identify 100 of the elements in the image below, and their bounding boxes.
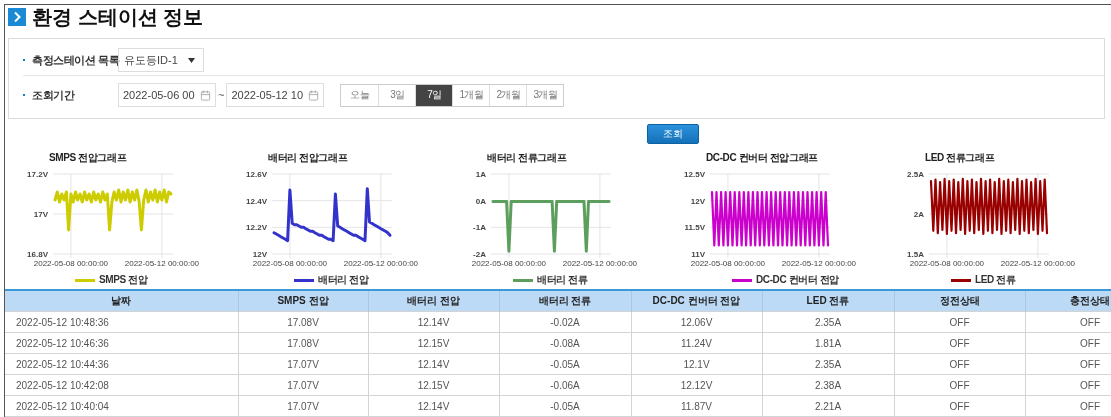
station-label: 측정스테이션 목록 xyxy=(32,52,118,68)
station-select[interactable]: 유도등ID-1 xyxy=(118,48,204,73)
column-header: 배터리 전압 xyxy=(368,291,499,312)
table-cell: 2.38A xyxy=(762,374,894,396)
table-cell: OFF xyxy=(894,353,1025,375)
table-cell: 11.24V xyxy=(631,332,762,354)
legend-label: SMPS 전압 xyxy=(99,274,148,287)
column-header: 충전상태 xyxy=(1025,291,1111,312)
column-header: 정전상태 xyxy=(894,291,1025,312)
table-cell: OFF xyxy=(1025,311,1111,333)
table-cell: 12.14V xyxy=(368,311,499,333)
period-label: 조회기간 xyxy=(32,87,76,103)
table-cell: 12.06V xyxy=(631,311,762,333)
table-cell: 1.81A xyxy=(762,332,894,354)
table-cell: 12.14V xyxy=(368,395,499,417)
table-cell: 2.35A xyxy=(762,311,894,333)
chart-title: LED 전류그래프 xyxy=(925,152,995,165)
y-tick-label: 17.2V xyxy=(27,170,48,180)
start-date-field[interactable]: 2022-05-06 00 xyxy=(118,83,216,108)
column-header: 날짜 xyxy=(5,291,238,312)
legend-swatch xyxy=(75,278,95,282)
column-header: SMPS 전압 xyxy=(238,291,368,312)
y-tick-label: 12V xyxy=(690,197,705,207)
table-cell: 12.14V xyxy=(368,353,499,375)
y-tick-label: -1A xyxy=(473,223,486,233)
table-cell: 11.87V xyxy=(631,395,762,417)
chevron-icon xyxy=(8,8,26,27)
table-cell: -0.05A xyxy=(499,395,631,417)
table-cell: -0.02A xyxy=(499,311,631,333)
y-tick-label: 2A xyxy=(913,210,924,220)
page-title: 환경 스테이션 정보 xyxy=(32,6,204,29)
legend-swatch xyxy=(732,278,752,282)
table-cell: 17.07V xyxy=(238,353,368,375)
legend-swatch xyxy=(951,278,971,282)
table-cell: OFF xyxy=(894,332,1025,354)
table-cell: OFF xyxy=(894,374,1025,396)
legend-label: 배터리 전압 xyxy=(318,274,369,287)
table-cell: 12.15V xyxy=(368,374,499,396)
search-button[interactable]: 조회 xyxy=(647,124,699,145)
table-cell: 12.12V xyxy=(631,374,762,396)
table-cell: 2022-05-12 10:40:04 xyxy=(5,395,238,417)
range-separator: ~ xyxy=(218,89,225,102)
y-tick-label: 11V xyxy=(691,250,705,260)
table-cell: 17.07V xyxy=(238,374,368,396)
chart-title: 배터리 전압그래프 xyxy=(268,152,348,165)
y-tick-label: -2A xyxy=(473,250,486,260)
y-tick-label: 1A xyxy=(475,170,486,180)
table-cell: -0.06A xyxy=(499,374,631,396)
end-date-field[interactable]: 2022-05-12 10 xyxy=(226,83,325,108)
table-cell: 2022-05-12 10:48:36 xyxy=(5,311,238,333)
x-tick-label: 2022-05-08 00:00:00 xyxy=(690,259,766,269)
y-tick-label: 12.2V xyxy=(246,223,267,233)
legend-swatch xyxy=(294,278,314,282)
x-tick-label: 2022-05-08 00:00:00 xyxy=(252,259,328,269)
column-header: 배터리 전류 xyxy=(499,291,631,312)
calendar-icon xyxy=(200,89,211,101)
y-tick-label: 12.5V xyxy=(684,170,705,180)
table-cell: 17.08V xyxy=(238,332,368,354)
x-tick-label: 2022-05-08 00:00:00 xyxy=(471,259,547,269)
caret-icon xyxy=(187,57,195,63)
y-tick-label: 12.6V xyxy=(246,170,267,180)
legend-label: DC-DC 컨버터 전압 xyxy=(756,274,839,287)
y-tick-label: 2.5A xyxy=(907,170,924,180)
y-tick-label: 0A xyxy=(475,197,486,207)
calendar-icon xyxy=(308,89,320,101)
table-cell: -0.05A xyxy=(499,353,631,375)
x-tick-label: 2022-05-08 00:00:00 xyxy=(33,259,109,269)
legend-swatch xyxy=(513,278,533,282)
table-cell: 2022-05-12 10:46:36 xyxy=(5,332,238,354)
table-cell: 2.21A xyxy=(762,395,894,417)
table-cell: 2022-05-12 10:42:08 xyxy=(5,374,238,396)
chart-title: 배터리 전류그래프 xyxy=(487,152,567,165)
table-cell: 2.35A xyxy=(762,353,894,375)
x-tick-label: 2022-05-12 00:00:00 xyxy=(562,259,638,269)
table-cell: 17.07V xyxy=(238,395,368,417)
legend-label: LED 전류 xyxy=(975,274,1016,287)
x-tick-label: 2022-05-12 00:00:00 xyxy=(124,259,200,269)
x-tick-label: 2022-05-12 00:00:00 xyxy=(1000,259,1076,269)
chart-title: DC-DC 컨버터 전압그래프 xyxy=(706,152,818,165)
table-cell: OFF xyxy=(894,395,1025,417)
table-cell: 17.08V xyxy=(238,311,368,333)
chart-title: SMPS 전압그래프 xyxy=(49,152,127,165)
table-cell: OFF xyxy=(894,311,1025,333)
x-tick-label: 2022-05-08 00:00:00 xyxy=(909,259,985,269)
column-header: LED 전류 xyxy=(762,291,894,312)
x-tick-label: 2022-05-12 00:00:00 xyxy=(781,259,857,269)
y-tick-label: 11.5V xyxy=(684,223,705,233)
y-tick-label: 12.4V xyxy=(246,197,267,207)
table-cell: -0.08A xyxy=(499,332,631,354)
y-tick-label: 12V xyxy=(252,250,267,260)
table-cell: 12.15V xyxy=(368,332,499,354)
period-button[interactable]: 7일 xyxy=(415,84,453,106)
y-tick-label: 16.8V xyxy=(27,250,48,260)
table-cell: 12.1V xyxy=(631,353,762,375)
x-tick-label: 2022-05-12 00:00:00 xyxy=(343,259,419,269)
table-cell: 2022-05-12 10:44:36 xyxy=(5,353,238,375)
y-tick-label: 1.5A xyxy=(907,250,924,260)
y-tick-label: 17V xyxy=(33,210,48,220)
column-header: DC-DC 컨버터 전압 xyxy=(631,291,762,312)
legend-label: 배터리 전류 xyxy=(537,274,588,287)
